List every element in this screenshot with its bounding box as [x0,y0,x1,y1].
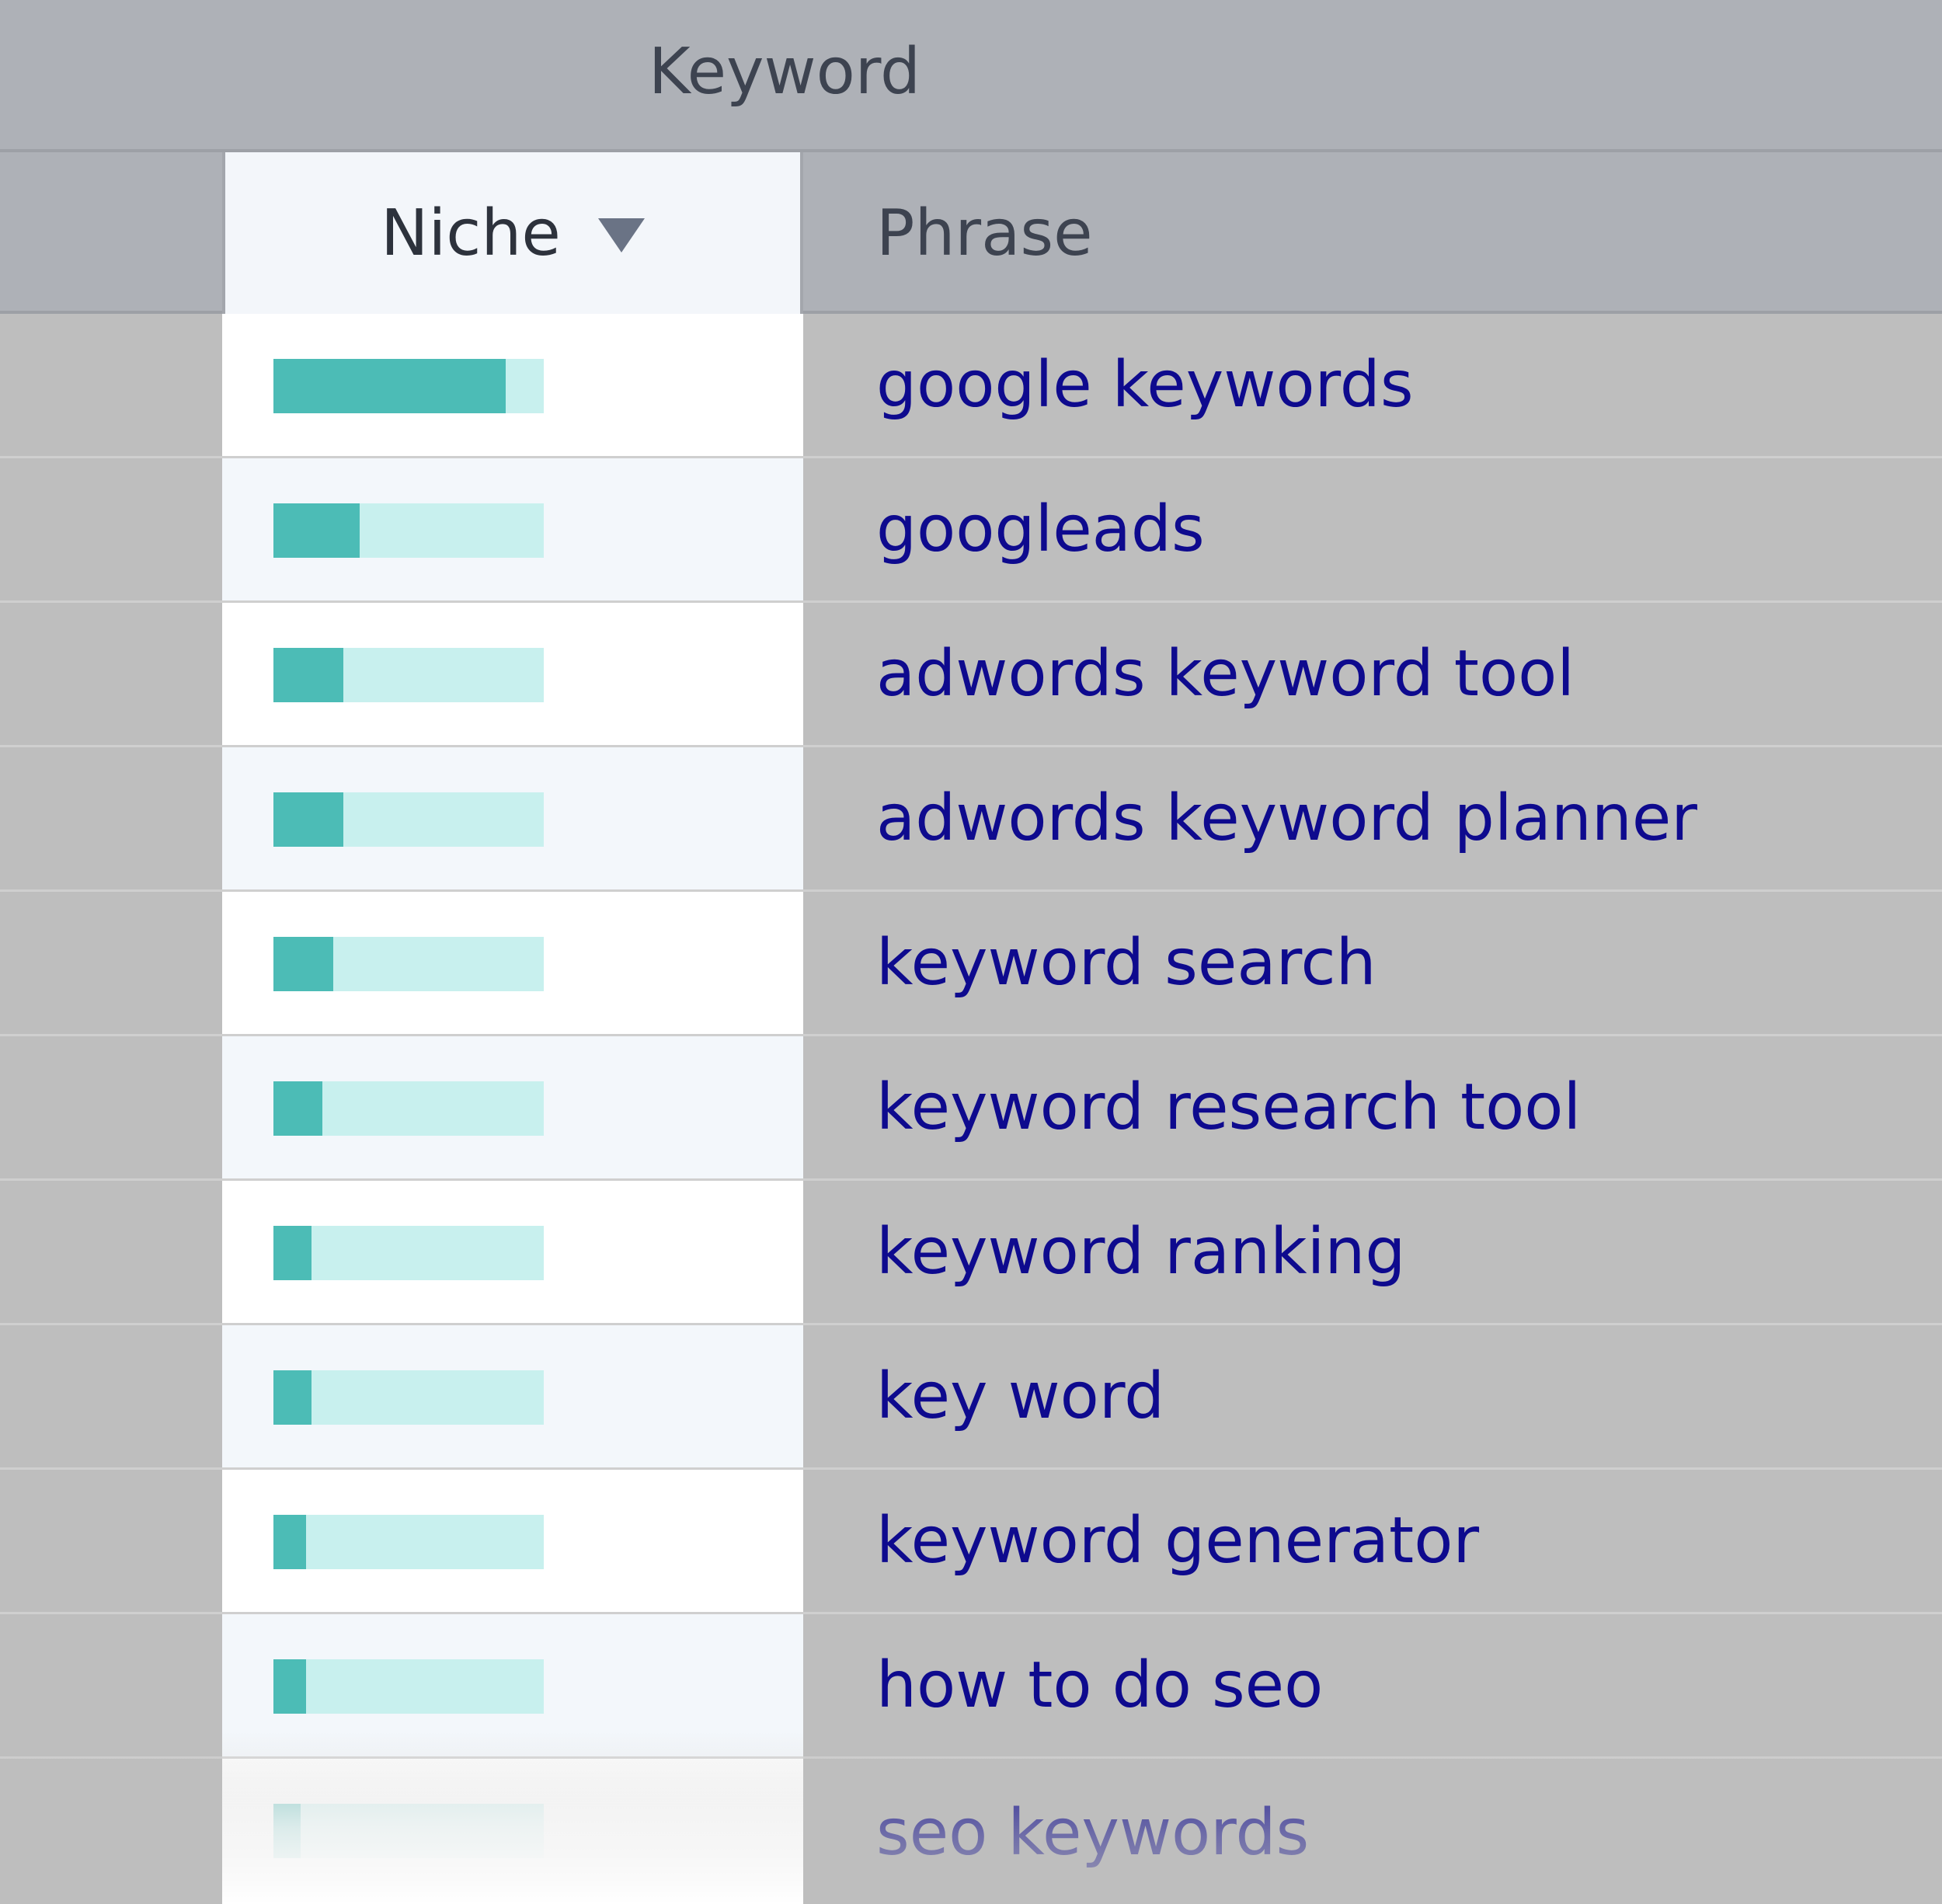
phrase-link[interactable]: how to do seo [876,1614,1323,1756]
keyword-table: Keyword Niche Phrase google keywords goog… [0,0,1942,1904]
row-left-cell [0,314,222,456]
row-left-cell [0,1759,222,1904]
phrase-header-label: Phrase [876,196,1093,270]
niche-bar-track [273,1804,544,1858]
table-row: seo keywords [0,1759,1942,1904]
niche-bar-track [273,1659,544,1714]
niche-bar-fill [273,937,333,991]
niche-bar-track [273,1515,544,1569]
niche-bar-fill [273,1804,301,1858]
row-left-cell [0,1470,222,1612]
table-row: googleads [0,458,1942,603]
phrase-link[interactable]: keyword generator [876,1470,1479,1612]
row-left-cell [0,603,222,745]
table-row: google keywords [0,314,1942,458]
row-left-cell [0,1036,222,1178]
niche-bar-fill [273,1515,306,1569]
niche-cell [222,458,803,600]
phrase-link[interactable]: key word [876,1325,1164,1467]
keyword-group-header: Keyword [0,0,1942,152]
row-left-cell [0,1181,222,1323]
table-row: keyword search [0,892,1942,1036]
phrase-link[interactable]: google keywords [876,314,1414,456]
phrase-link[interactable]: keyword ranking [876,1181,1405,1323]
niche-cell [222,1470,803,1612]
phrase-link[interactable]: keyword research tool [876,1036,1581,1178]
niche-cell [222,892,803,1034]
table-row: keyword generator [0,1470,1942,1614]
table-row: key word [0,1325,1942,1470]
niche-bar-track [273,937,544,991]
group-title: Keyword [648,34,921,109]
row-left-cell [0,1325,222,1467]
phrase-link[interactable]: keyword search [876,892,1376,1034]
niche-bar-fill [273,792,344,847]
niche-bar-track [273,359,544,413]
niche-cell [222,1759,803,1904]
phrase-link[interactable]: adwords keyword tool [876,603,1575,745]
table-row: keyword ranking [0,1181,1942,1325]
niche-cell [222,314,803,456]
niche-bar-fill [273,1659,306,1714]
niche-bar-fill [273,1226,311,1280]
niche-cell [222,747,803,889]
niche-cell [222,1181,803,1323]
niche-cell [222,1036,803,1178]
niche-cell [222,603,803,745]
table-body: google keywords googleads adwords keyword … [0,314,1942,1904]
niche-cell [222,1325,803,1467]
row-left-cell [0,1614,222,1756]
row-left-cell [0,892,222,1034]
niche-bar-fill [273,648,344,702]
phrase-link[interactable]: seo keywords [876,1759,1309,1904]
phrase-link[interactable]: adwords keyword planner [876,747,1697,889]
row-left-cell [0,747,222,889]
niche-bar-track [273,503,544,558]
niche-header-label: Niche [381,196,561,270]
table-row: adwords keyword planner [0,747,1942,892]
table-row: how to do seo [0,1614,1942,1759]
niche-cell [222,1614,803,1756]
niche-bar-fill [273,1370,311,1425]
sort-down-icon[interactable] [597,218,645,252]
niche-column-header[interactable]: Niche [222,152,803,314]
row-left-cell [0,458,222,600]
niche-bar-fill [273,503,360,558]
niche-bar-fill [273,1081,322,1136]
niche-bar-track [273,1370,544,1425]
table-row: adwords keyword tool [0,603,1942,747]
niche-bar-fill [273,359,506,413]
niche-bar-track [273,1081,544,1136]
niche-bar-track [273,792,544,847]
niche-bar-track [273,1226,544,1280]
phrase-link[interactable]: googleads [876,458,1205,600]
table-row: keyword research tool [0,1036,1942,1181]
niche-bar-track [273,648,544,702]
phrase-column-header[interactable]: Phrase [876,152,1093,314]
